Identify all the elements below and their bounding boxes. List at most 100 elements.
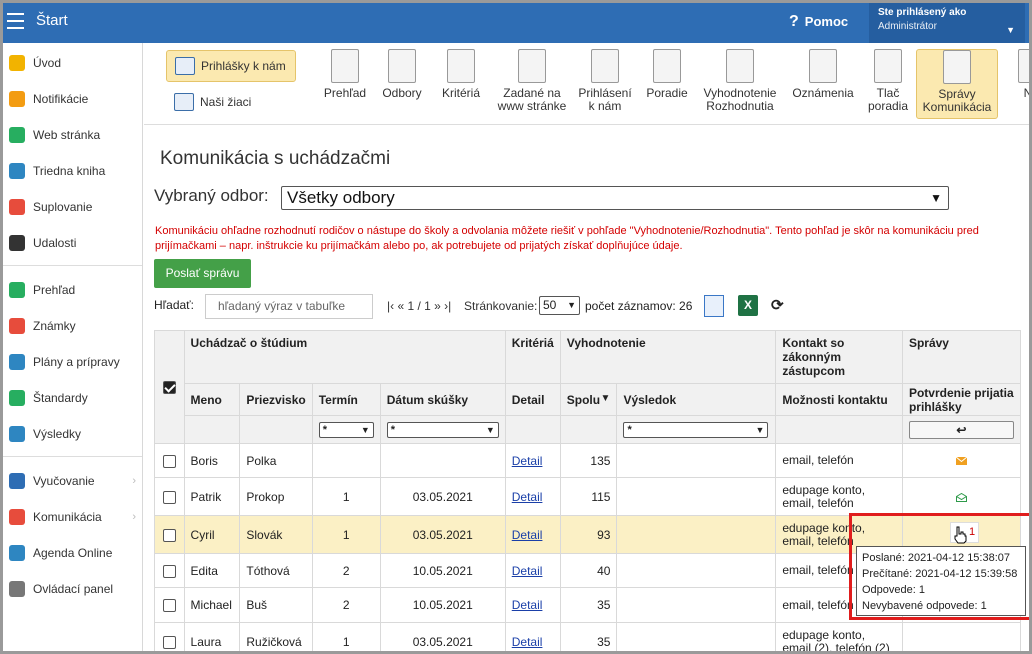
sidebar-item-11[interactable]: Vyučovanie › [3,463,142,499]
table-row[interactable]: Patrik Prokop 1 03.05.2021 Detail 115 edupage … [154,477,1022,516]
column-header[interactable]: Priezvisko [239,383,313,416]
sidebar-item-7[interactable]: Známky [3,308,142,344]
applications-button[interactable]: Prihlášky k nám [166,50,296,82]
column-header[interactable]: Meno [183,383,241,416]
toolbar-icon [447,49,475,83]
vysledok-filter-select[interactable]: * ▼ [623,421,769,438]
column-header[interactable]: Termín [311,383,381,416]
table-row[interactable]: Laura Ružičková 1 03.05.2021 Detail 35 edupage… [154,622,1022,651]
pager[interactable]: |‹ « 1 / 1 » ›| [387,299,451,313]
row-checkbox[interactable] [162,454,176,468]
filter-label: Hľadať: [154,298,195,312]
hamburger-menu-icon[interactable] [7,13,27,31]
toolbar-button-9[interactable]: Správy Komunikácia [916,49,998,119]
column-header[interactable]: Potvrdenie prijatia prihlášky [901,383,1022,416]
toolbar-icon [874,49,902,83]
row-checkbox[interactable] [162,564,176,578]
toolbar-button-4[interactable]: Prihlásení k nám [576,49,634,119]
table-cell: Tóthová [239,553,313,588]
excel-export-icon[interactable]: X [738,295,758,316]
column-label: Spolu [566,392,601,407]
send-message-button[interactable]: Poslať správu [154,259,251,288]
column-header[interactable]: Výsledok [616,383,777,416]
tooltip-unresolved: Nevybavené odpovede: 1 [862,600,987,612]
warning-text: Komunikáciu ohľadne rozhodnutí rodičov o… [155,225,979,252]
toolbar-button-6[interactable]: Vyhodnotenie Rozhodnutia [700,49,780,119]
toolbar-button-1[interactable]: Odbory [380,49,424,119]
column-header[interactable]: Detail [504,383,561,416]
filter-value: * [322,423,328,436]
toolbar-button-7[interactable]: Oznámenia [788,49,858,119]
sidebar-item-12[interactable]: Komunikácia › [3,499,142,535]
select-all-cell [154,330,185,444]
tooltip-read: Prečítané: 2021-04-12 15:39:58 [862,568,1018,580]
table-cell: 2 [311,587,381,623]
calendar-icon [9,235,25,251]
table-cell: Detail [504,477,561,516]
column-header[interactable]: Možnosti kontaktu [775,383,903,416]
refresh-icon[interactable]: ⟳ [771,296,784,314]
column-header[interactable]: Spolu ▼ [559,383,618,416]
user-menu[interactable]: Ste prihlásený ako Administrátor ▼ [869,3,1025,43]
toolbar-button-8[interactable]: Tlač poradia [867,49,909,119]
termin-filter-select[interactable]: * ▼ [318,421,374,438]
filter-cell [775,415,903,444]
odbor-select[interactable]: Všetky odbory ▼ [281,186,949,210]
sidebar-item-label: Agenda Online [33,546,113,560]
datum-filter-select[interactable]: * ▼ [386,421,499,438]
table-cell: 135 [559,443,618,478]
row-checkbox[interactable] [162,490,176,504]
select-all-checkbox[interactable] [162,381,176,395]
detail-link[interactable]: Detail [512,528,543,542]
search-input[interactable]: hľadaný výraz v tabuľke [205,294,373,319]
toolbar-icon [591,49,619,83]
toolbar-button-5[interactable]: Poradie [643,49,691,119]
sidebar-item-4[interactable]: Suplovanie [3,189,142,225]
row-checkbox[interactable] [162,599,176,613]
table-cell: 03.05.2021 [379,515,506,554]
row-checkbox[interactable] [162,528,176,542]
sidebar-item-9[interactable]: Štandardy [3,380,142,416]
sidebar-item-1[interactable]: Notifikácie [3,81,142,117]
toolbar-button-0[interactable]: Prehľad [320,49,370,119]
row-checkbox[interactable] [162,635,176,649]
detail-link[interactable]: Detail [512,598,543,612]
sidebar-item-8[interactable]: Plány a prípravy [3,344,142,380]
sidebar-item-6[interactable]: Prehľad [3,272,142,308]
sidebar-item-3[interactable]: Triedna kniha [3,153,142,189]
sidebar-item-14[interactable]: Ovládací panel [3,571,142,607]
sidebar-item-label: Úvod [33,56,62,70]
toolbar-icon [1018,49,1029,83]
table-cell: 115 [559,477,618,516]
envelope-open-icon[interactable] [955,492,967,502]
toolbar-label: Odbory [382,86,422,100]
table-cell [901,443,1022,478]
sidebar-item-0[interactable]: Úvod [3,45,142,81]
help-button[interactable]: ? Pomoc [789,13,848,31]
table-cell [901,622,1022,651]
column-header[interactable]: Dátum skúšky [379,383,506,416]
home-icon [9,127,25,143]
our-students-button[interactable]: Naši žiaci [166,87,296,119]
detail-link[interactable]: Detail [512,564,543,578]
table-row[interactable]: Boris Polka Detail 135 email, telefón [154,443,1022,478]
toolbar-button-10[interactable]: N [1018,49,1029,119]
filter-cell [239,415,313,444]
sidebar-item-10[interactable]: Výsledky [3,416,142,452]
columns-icon[interactable] [704,295,724,317]
chevron-right-icon: › [132,475,136,487]
detail-link[interactable]: Detail [512,454,543,468]
sidebar-item-2[interactable]: Web stránka [3,117,142,153]
detail-link[interactable]: Detail [512,635,543,649]
detail-link[interactable]: Detail [512,490,543,504]
sidebar-item-5[interactable]: Udalosti [3,225,142,261]
reply-filter-button[interactable]: ↩ [908,420,1014,439]
envelope-icon[interactable] [955,457,967,466]
toolbar-button-2[interactable]: Kritériá [436,49,486,119]
toolbar-button-3[interactable]: Zadané na www stránke [494,49,570,119]
start-link[interactable]: Štart [36,12,68,29]
sidebar-item-13[interactable]: Agenda Online [3,535,142,571]
paging-select[interactable]: 50 ▼ [539,296,580,315]
tooltip-sent: Poslané: 2021-04-12 15:38:07 [862,552,1011,564]
table-cell [616,587,777,623]
